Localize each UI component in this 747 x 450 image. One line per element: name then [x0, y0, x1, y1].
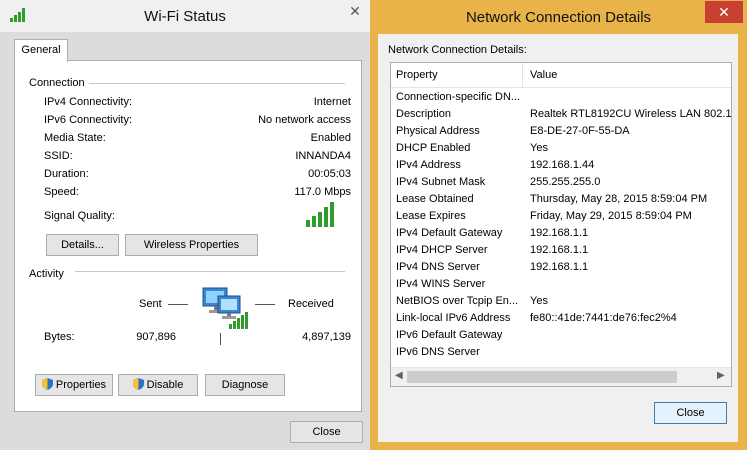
received-label: Received [288, 298, 334, 310]
scroll-right-icon[interactable]: ▶ [717, 370, 725, 381]
disable-button[interactable]: Disable [118, 374, 198, 396]
row-value: Yes [530, 295, 548, 307]
bytes-separator [220, 333, 221, 345]
properties-button[interactable]: Properties [35, 374, 113, 396]
sent-label: Sent [139, 298, 162, 310]
column-header-property[interactable]: Property [396, 69, 438, 81]
bytes-label: Bytes: [44, 331, 75, 343]
disable-button-label: Disable [146, 379, 184, 391]
row-value: E8-DE-27-0F-55-DA [530, 125, 630, 137]
details-list[interactable]: Property Value Connection-specific DN...… [390, 62, 732, 387]
horizontal-scrollbar[interactable]: ◀ ▶ [391, 367, 731, 386]
signal-strength-icon [306, 202, 334, 227]
list-header: Property Value [391, 63, 731, 88]
details-close-button[interactable]: Close [654, 402, 727, 424]
connection-heading: Connection [29, 77, 89, 89]
general-panel: Connection IPv4 Connectivity: Internet I… [14, 60, 362, 412]
properties-button-label: Properties [55, 379, 107, 391]
row-property[interactable]: Description [396, 108, 451, 120]
row-value: Yes [530, 142, 548, 154]
row-value: Realtek RTL8192CU Wireless LAN 802.1 [530, 108, 732, 120]
connection-divider [87, 83, 345, 84]
details-heading: Network Connection Details: [388, 44, 527, 56]
row-value: 192.168.1.1 [530, 227, 589, 239]
row-property[interactable]: IPv4 Default Gateway [396, 227, 502, 239]
close-icon[interactable]: ✕ [342, 2, 368, 22]
activity-divider [75, 271, 345, 272]
bytes-received-value: 4,897,139 [302, 331, 351, 343]
ipv6-connectivity-value: No network access [258, 114, 351, 126]
close-icon[interactable]: ✕ [705, 1, 743, 23]
speed-value: 117.0 Mbps [294, 186, 351, 198]
row-property[interactable]: IPv4 DHCP Server [396, 244, 488, 256]
sent-line [168, 304, 188, 305]
speed-label: Speed: [44, 186, 79, 198]
row-property[interactable]: Physical Address [396, 125, 480, 137]
details-titlebar[interactable]: Network Connection Details ✕ [370, 0, 747, 34]
duration-label: Duration: [44, 168, 89, 180]
row-property[interactable]: IPv6 Default Gateway [396, 329, 502, 341]
column-header-value[interactable]: Value [530, 69, 557, 81]
tab-general[interactable]: General [14, 39, 68, 62]
row-property[interactable]: Lease Expires [396, 210, 466, 222]
ssid-value: INNANDA4 [295, 150, 351, 162]
ipv4-connectivity-label: IPv4 Connectivity: [44, 96, 133, 108]
row-property[interactable]: Connection-specific DN... [396, 91, 520, 103]
duration-value: 00:05:03 [308, 168, 351, 180]
ipv6-connectivity-label: IPv6 Connectivity: [44, 114, 133, 126]
ipv4-connectivity-value: Internet [313, 96, 351, 108]
wifi-titlebar[interactable]: Wi-Fi Status ✕ [0, 0, 370, 32]
row-property[interactable]: Lease Obtained [396, 193, 474, 205]
activity-heading: Activity [29, 268, 68, 280]
ssid-label: SSID: [44, 150, 73, 162]
row-value: fe80::41de:7441:de76:fec2%4 [530, 312, 677, 324]
window-title: Wi-Fi Status [144, 8, 226, 25]
wireless-properties-button[interactable]: Wireless Properties [125, 234, 258, 256]
row-value: 192.168.1.1 [530, 261, 589, 273]
row-property[interactable]: IPv4 Address [396, 159, 461, 171]
row-value: Thursday, May 28, 2015 8:59:04 PM [530, 193, 708, 205]
row-value: 192.168.1.44 [530, 159, 595, 171]
row-value: 192.168.1.1 [530, 244, 589, 256]
scrollbar-thumb[interactable] [407, 371, 677, 383]
media-state-label: Media State: [44, 132, 106, 144]
wifi-status-window: Wi-Fi Status ✕ General Connection IPv4 C… [0, 0, 370, 450]
row-property[interactable]: IPv6 DNS Server [396, 346, 480, 358]
row-property[interactable]: NetBIOS over Tcpip En... [396, 295, 518, 307]
shield-icon [41, 378, 53, 390]
close-button[interactable]: Close [290, 421, 363, 443]
row-property[interactable]: IPv4 WINS Server [396, 278, 485, 290]
details-button[interactable]: Details... [46, 234, 119, 256]
details-window-title: Network Connection Details [465, 9, 652, 26]
row-value: 255.255.255.0 [530, 176, 601, 188]
diagnose-button[interactable]: Diagnose [205, 374, 285, 396]
details-body: Network Connection Details: Property Val… [378, 34, 738, 442]
row-property[interactable]: DHCP Enabled [396, 142, 470, 154]
signal-quality-label: Signal Quality: [44, 210, 115, 222]
column-divider[interactable] [522, 63, 523, 87]
row-property[interactable]: IPv4 Subnet Mask [396, 176, 485, 188]
scroll-left-icon[interactable]: ◀ [395, 370, 403, 381]
shield-icon [132, 378, 144, 390]
row-property[interactable]: IPv4 DNS Server [396, 261, 480, 273]
row-property[interactable]: Link-local IPv6 Address [396, 312, 510, 324]
received-line [255, 304, 275, 305]
bytes-sent-value: 907,896 [136, 331, 176, 343]
network-details-window: Network Connection Details ✕ Network Con… [370, 0, 747, 450]
row-value: Friday, May 29, 2015 8:59:04 PM [530, 210, 692, 222]
media-state-value: Enabled [310, 132, 351, 144]
network-computers-icon [202, 287, 248, 329]
